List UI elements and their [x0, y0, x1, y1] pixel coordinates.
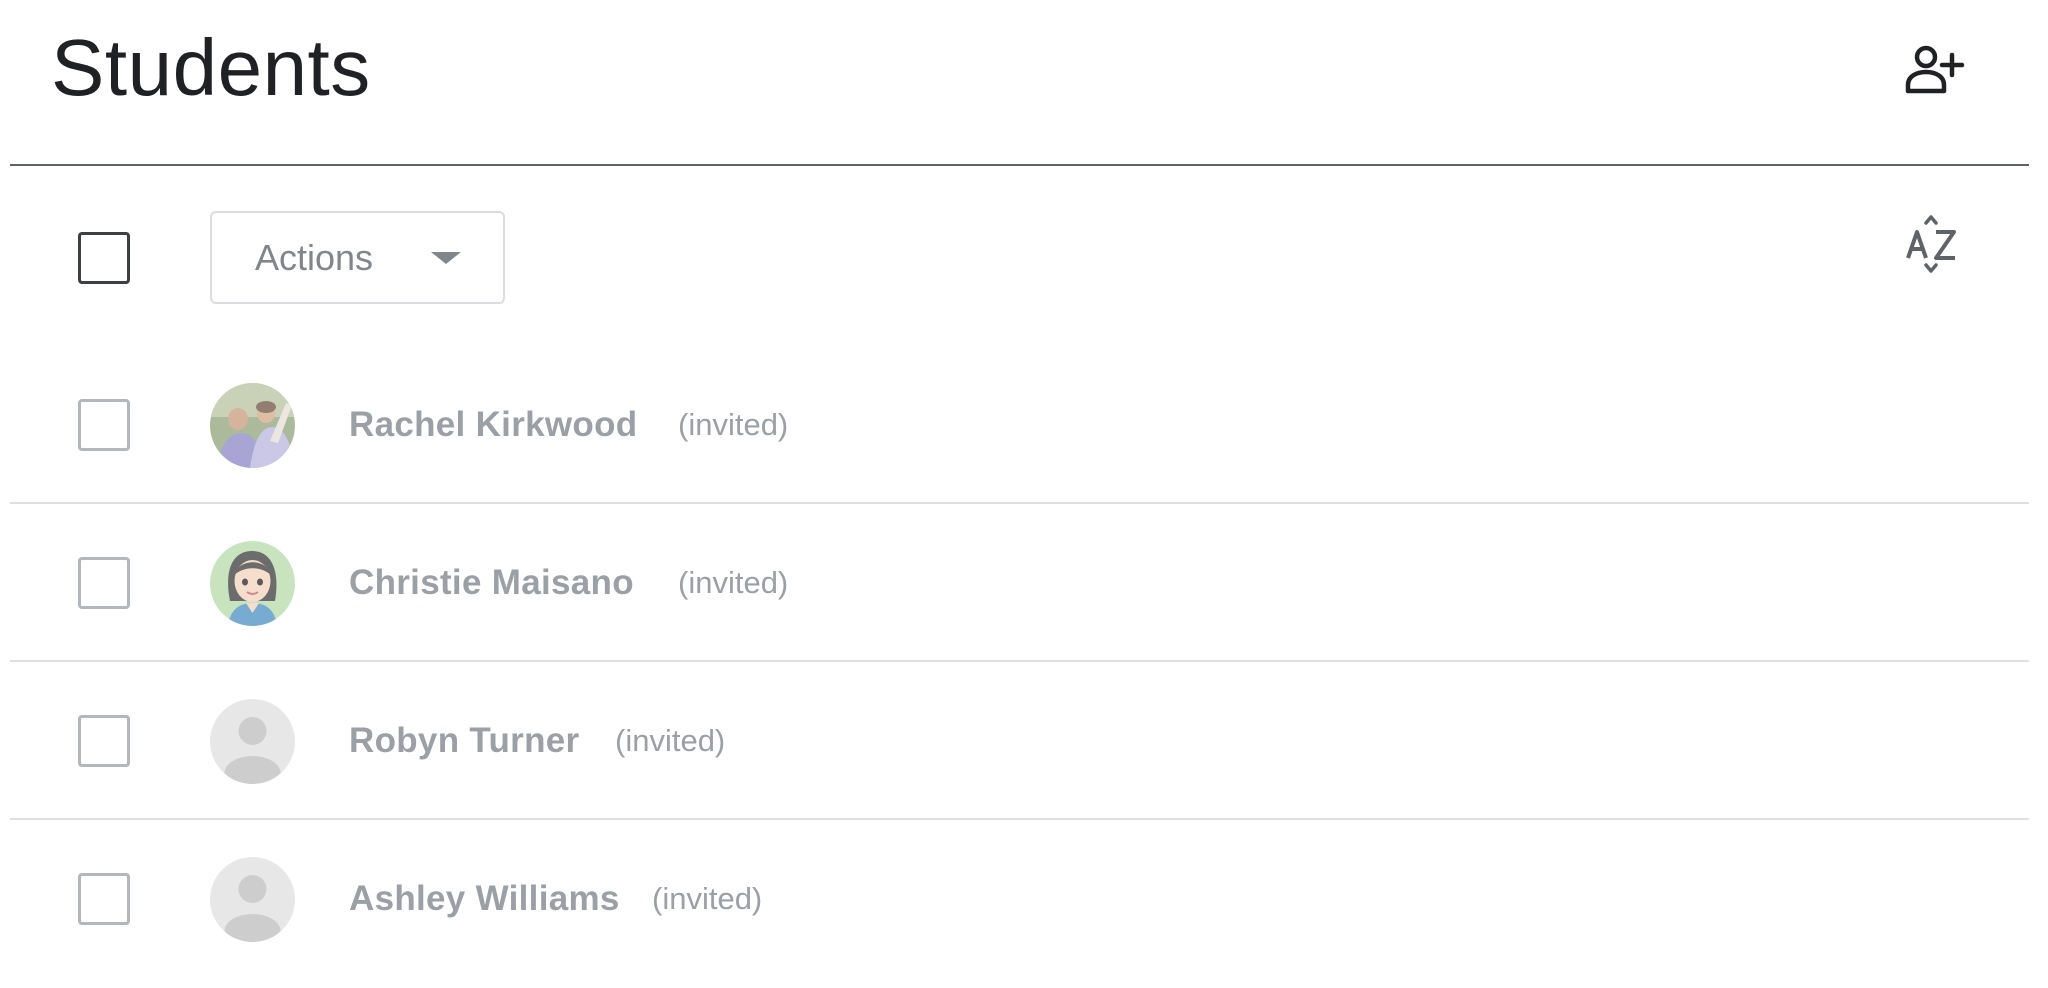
student-name[interactable]: Christie Maisano: [349, 504, 634, 662]
student-row[interactable]: Ashley Williams (invited): [0, 820, 2048, 978]
person-silhouette-icon: [210, 857, 295, 942]
student-row[interactable]: Rachel Kirkwood (invited): [0, 346, 2048, 504]
actions-label: Actions: [255, 237, 374, 278]
avatar: [210, 541, 295, 626]
sort-button[interactable]: [1900, 210, 1968, 278]
caret-down-icon: [431, 252, 461, 264]
avatar: [210, 857, 295, 942]
student-checkbox[interactable]: [78, 715, 130, 767]
avatar: [210, 383, 295, 468]
sort-az-icon: [1906, 215, 1956, 273]
students-header: Students: [0, 0, 2048, 166]
student-name[interactable]: Rachel Kirkwood: [349, 346, 637, 504]
page-title: Students: [51, 23, 371, 112]
students-page: Students Actions Rachel Kirkwood (invite…: [0, 0, 2048, 988]
student-name[interactable]: Robyn Turner: [349, 662, 579, 820]
invite-status: (invited): [678, 565, 789, 600]
photo-avatar-icon: [210, 383, 295, 468]
person-silhouette-icon: [210, 699, 295, 784]
avatar: [210, 699, 295, 784]
student-checkbox[interactable]: [78, 873, 130, 925]
student-row[interactable]: Christie Maisano (invited): [0, 504, 2048, 662]
students-toolbar: Actions: [0, 166, 2048, 336]
invite-status: (invited): [678, 407, 789, 442]
invite-status: (invited): [652, 881, 763, 916]
student-row[interactable]: Robyn Turner (invited): [0, 662, 2048, 820]
invite-students-button[interactable]: [1900, 36, 1968, 104]
student-name[interactable]: Ashley Williams: [349, 820, 620, 978]
person-add-icon: [1905, 45, 1965, 94]
select-all-checkbox[interactable]: [78, 232, 130, 284]
actions-dropdown[interactable]: Actions: [210, 211, 505, 304]
student-checkbox[interactable]: [78, 399, 130, 451]
student-checkbox[interactable]: [78, 557, 130, 609]
student-list: Rachel Kirkwood (invited) Christie Maisa…: [0, 346, 2048, 978]
invite-status: (invited): [615, 723, 726, 758]
cartoon-avatar-icon: [210, 541, 295, 626]
